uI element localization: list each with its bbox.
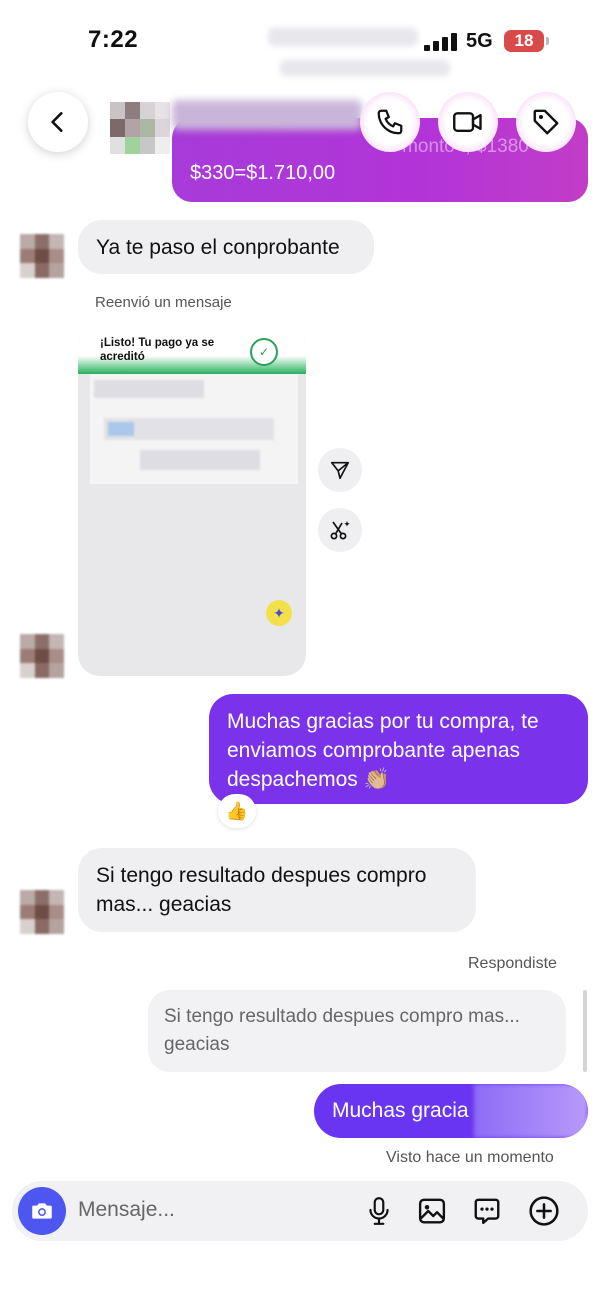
camera-icon <box>32 1203 52 1219</box>
tag-icon <box>533 109 559 135</box>
sticker-button[interactable] <box>470 1194 504 1228</box>
image-icon <box>418 1198 446 1224</box>
back-button[interactable] <box>28 92 88 152</box>
network-label: 5G <box>466 30 493 52</box>
forward-label: Reenvió un mensaje <box>95 294 232 311</box>
contact-avatar[interactable] <box>110 102 170 154</box>
call-button[interactable] <box>360 92 420 152</box>
card-title: ¡Listo! Tu pago ya se acreditó <box>100 337 215 363</box>
status-time: 7:22 <box>88 26 139 53</box>
tag-button[interactable] <box>516 92 576 152</box>
send-icon <box>330 461 350 480</box>
forwarded-message-card[interactable]: ¡Listo! Tu pago ya se acreditó ✓ ✦ <box>78 322 306 676</box>
check-icon: ✓ <box>250 338 278 366</box>
video-icon <box>453 112 482 132</box>
battery-icon: 18 <box>504 30 549 52</box>
incoming-message[interactable]: Ya te paso el conprobante <box>78 220 374 274</box>
incoming-message-text: Ya te paso el conprobante <box>96 236 340 259</box>
outgoing-message-text: Muchas gracias por tu compra, te enviamo… <box>227 710 539 791</box>
message-composer: Mensaje... <box>12 1181 588 1241</box>
chevron-left-icon <box>51 112 63 132</box>
share-button[interactable] <box>318 448 362 492</box>
outgoing-message-last[interactable]: Muchas gracia <box>314 1084 588 1138</box>
microphone-icon <box>369 1197 389 1225</box>
sender-avatar[interactable] <box>20 634 64 678</box>
sticker-icon <box>474 1198 500 1225</box>
reaction-badge[interactable]: 👍 <box>218 794 256 828</box>
plus-icon <box>529 1196 559 1226</box>
blurred-notification <box>268 28 418 46</box>
edit-button[interactable] <box>318 508 362 552</box>
sender-avatar[interactable] <box>20 890 64 934</box>
contact-name-blurred[interactable] <box>172 100 362 130</box>
gallery-button[interactable] <box>415 1194 449 1228</box>
phone-icon <box>377 109 403 135</box>
quote-bar <box>583 990 587 1072</box>
sender-avatar[interactable] <box>20 234 64 278</box>
incoming-message[interactable]: Si tengo resultado despues compro mas...… <box>78 848 476 932</box>
card-receipt-area <box>90 374 298 484</box>
microphone-button[interactable] <box>362 1194 396 1228</box>
redacted-area <box>474 1084 588 1138</box>
plus-button[interactable] <box>527 1194 561 1228</box>
quoted-message-text: Si tengo resultado despues compro mas...… <box>164 1006 520 1055</box>
top-bubble-text: $330=$1.710,00 <box>190 162 336 184</box>
outgoing-message-last-text: Muchas gracia <box>332 1099 469 1122</box>
blurred-notification-sub <box>280 60 450 76</box>
outgoing-message[interactable]: Muchas gracias por tu compra, te enviamo… <box>209 694 588 804</box>
camera-button[interactable] <box>18 1187 66 1235</box>
quoted-message[interactable]: Si tengo resultado despues compro mas...… <box>148 990 566 1072</box>
ai-sparkle-icon[interactable]: ✦ <box>266 600 292 626</box>
signal-icon <box>424 33 458 51</box>
scissors-sparkle-icon <box>330 521 350 540</box>
incoming-message-text: Si tengo resultado despues compro mas...… <box>96 864 427 916</box>
seen-status: Visto hace un momento <box>386 1149 554 1166</box>
replied-label: Respondiste <box>468 955 557 972</box>
video-call-button[interactable] <box>438 92 498 152</box>
message-input[interactable]: Mensaje... <box>78 1198 175 1222</box>
